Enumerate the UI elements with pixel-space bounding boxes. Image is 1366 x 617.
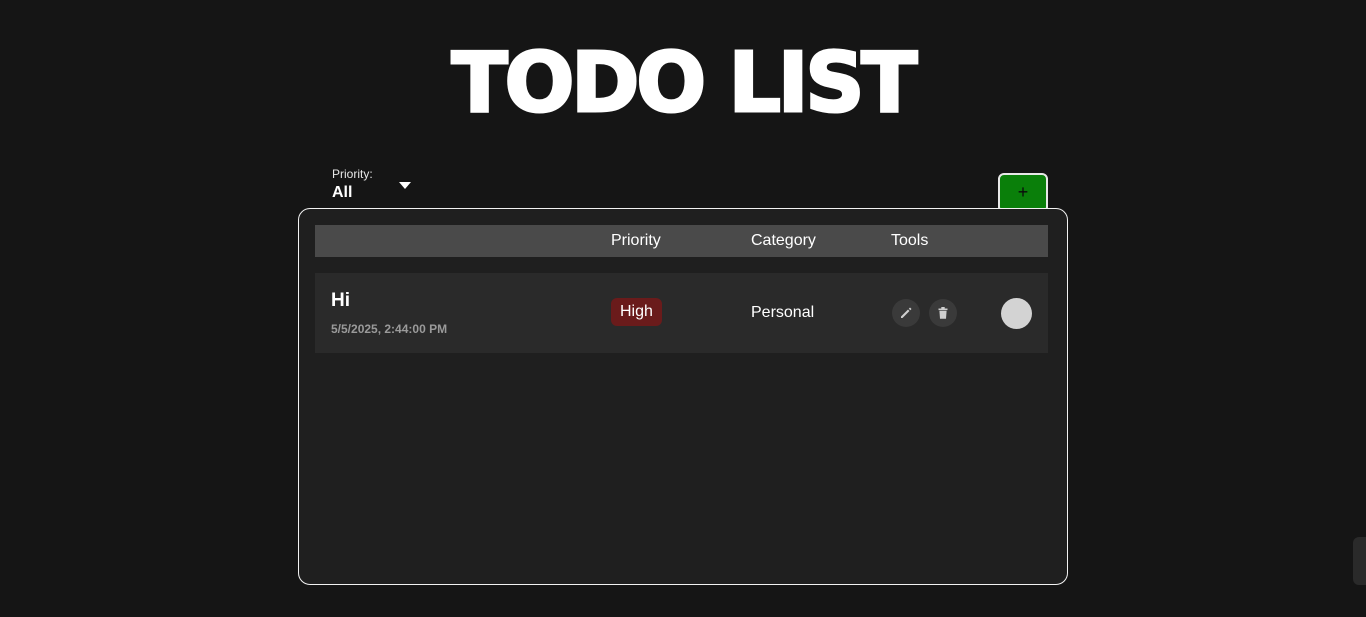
priority-filter-label: Priority:: [332, 167, 373, 181]
header-priority: Priority: [611, 232, 661, 249]
header-category: Category: [751, 232, 816, 249]
caret-down-icon: [399, 182, 411, 189]
complete-toggle[interactable]: [1001, 298, 1032, 329]
todo-date: 5/5/2025, 2:44:00 PM: [331, 322, 448, 336]
page-title: TODO LIST: [450, 35, 919, 133]
edit-button[interactable]: [892, 299, 920, 327]
side-panel-handle[interactable]: [1353, 537, 1366, 585]
header-tools: Tools: [891, 232, 929, 249]
todo-category: Personal: [751, 304, 815, 321]
priority-filter-value: All: [332, 184, 353, 201]
pencil-icon: [901, 307, 912, 318]
priority-filter-dropdown[interactable]: Priority: All: [332, 166, 422, 206]
todo-app: TODO LIST Priority: All + Priority Categ…: [0, 0, 1366, 617]
table-header: Priority Category Tools: [315, 225, 1048, 257]
todo-title: Hi: [331, 290, 350, 311]
delete-button[interactable]: [929, 299, 957, 327]
todo-item: Hi 5/5/2025, 2:44:00 PM High Personal: [315, 273, 1048, 353]
priority-badge: High: [611, 298, 662, 326]
todo-panel: Priority Category Tools Hi 5/5/2025, 2:4…: [298, 208, 1068, 585]
add-todo-button[interactable]: +: [998, 173, 1048, 213]
trash-icon: [938, 307, 948, 319]
